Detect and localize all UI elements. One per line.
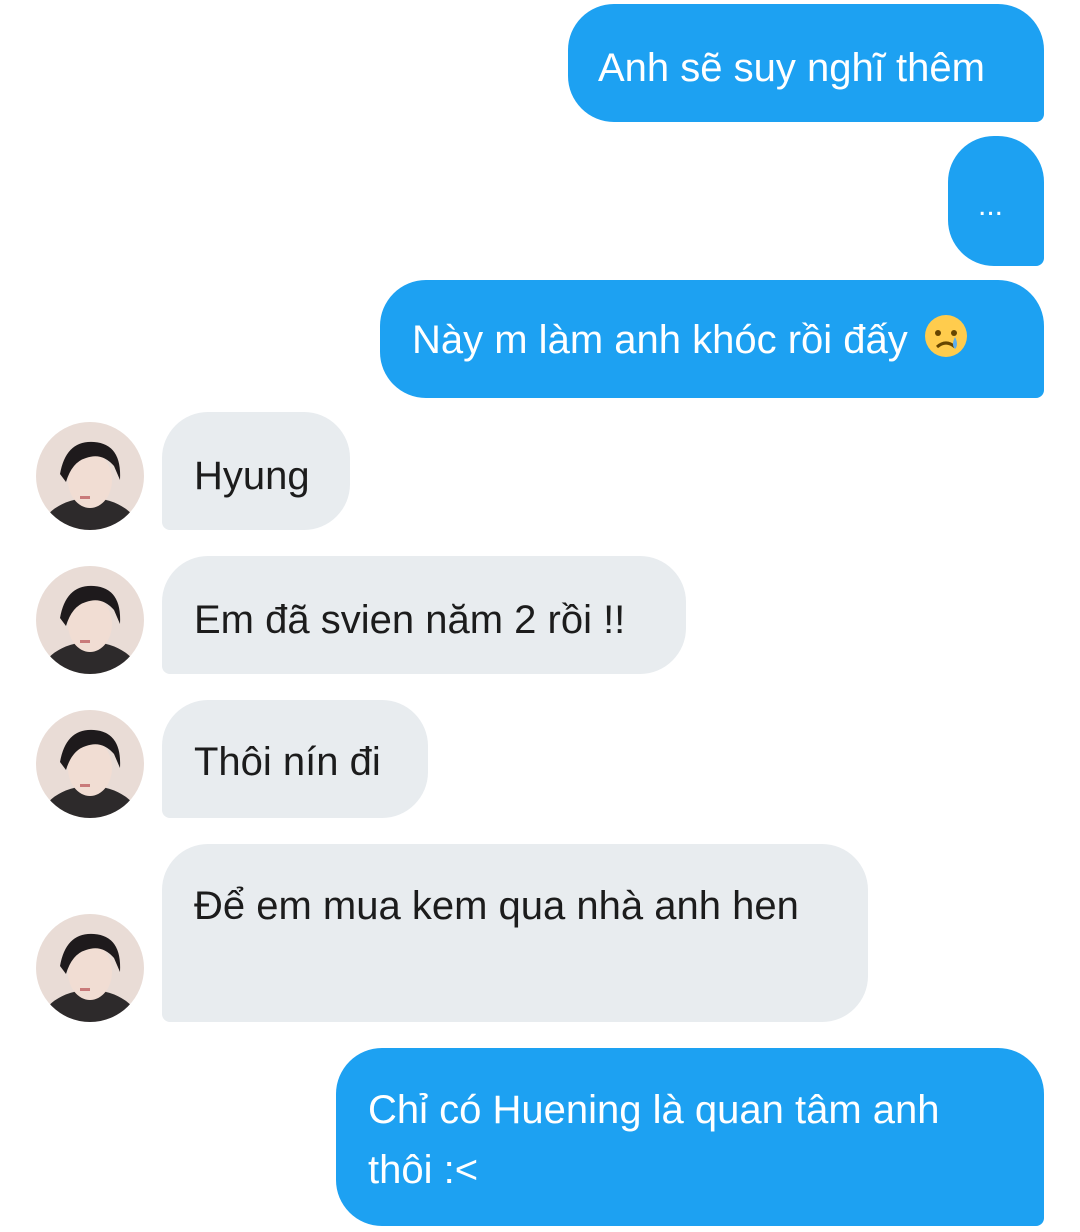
contact-avatar[interactable] xyxy=(36,914,144,1022)
message-bubble-incoming[interactable]: Thôi nín đi xyxy=(162,700,428,818)
message-bubble-outgoing[interactable]: Anh sẽ suy nghĩ thêm xyxy=(568,4,1044,122)
message-bubble-outgoing[interactable]: Này m làm anh khóc rồi đấy xyxy=(380,280,1044,398)
message-bubble-incoming[interactable]: Để em mua kem qua nhà anh hen xyxy=(162,844,868,1022)
crying-face-icon xyxy=(923,313,969,359)
message-bubble-incoming[interactable]: Em đã svien năm 2 rồi !! xyxy=(162,556,686,674)
message-text: Hyung xyxy=(194,454,310,498)
message-text: Em đã svien năm 2 rồi !! xyxy=(194,598,626,642)
message-text: Thôi nín đi xyxy=(194,740,381,784)
message-text: ... xyxy=(978,189,1004,222)
contact-avatar[interactable] xyxy=(36,710,144,818)
message-text: Chỉ có Huening là quan tâm anh thôi :< xyxy=(368,1088,940,1192)
message-text: Này m làm anh khóc rồi đấy xyxy=(412,318,908,362)
message-bubble-outgoing[interactable]: Chỉ có Huening là quan tâm anh thôi :< xyxy=(336,1048,1044,1226)
contact-avatar[interactable] xyxy=(36,566,144,674)
contact-avatar[interactable] xyxy=(36,422,144,530)
message-text: Để em mua kem qua nhà anh hen xyxy=(194,884,799,928)
message-bubble-incoming[interactable]: Hyung xyxy=(162,412,350,530)
message-bubble-outgoing[interactable]: ... xyxy=(948,136,1044,266)
message-text: Anh sẽ suy nghĩ thêm xyxy=(598,46,985,90)
